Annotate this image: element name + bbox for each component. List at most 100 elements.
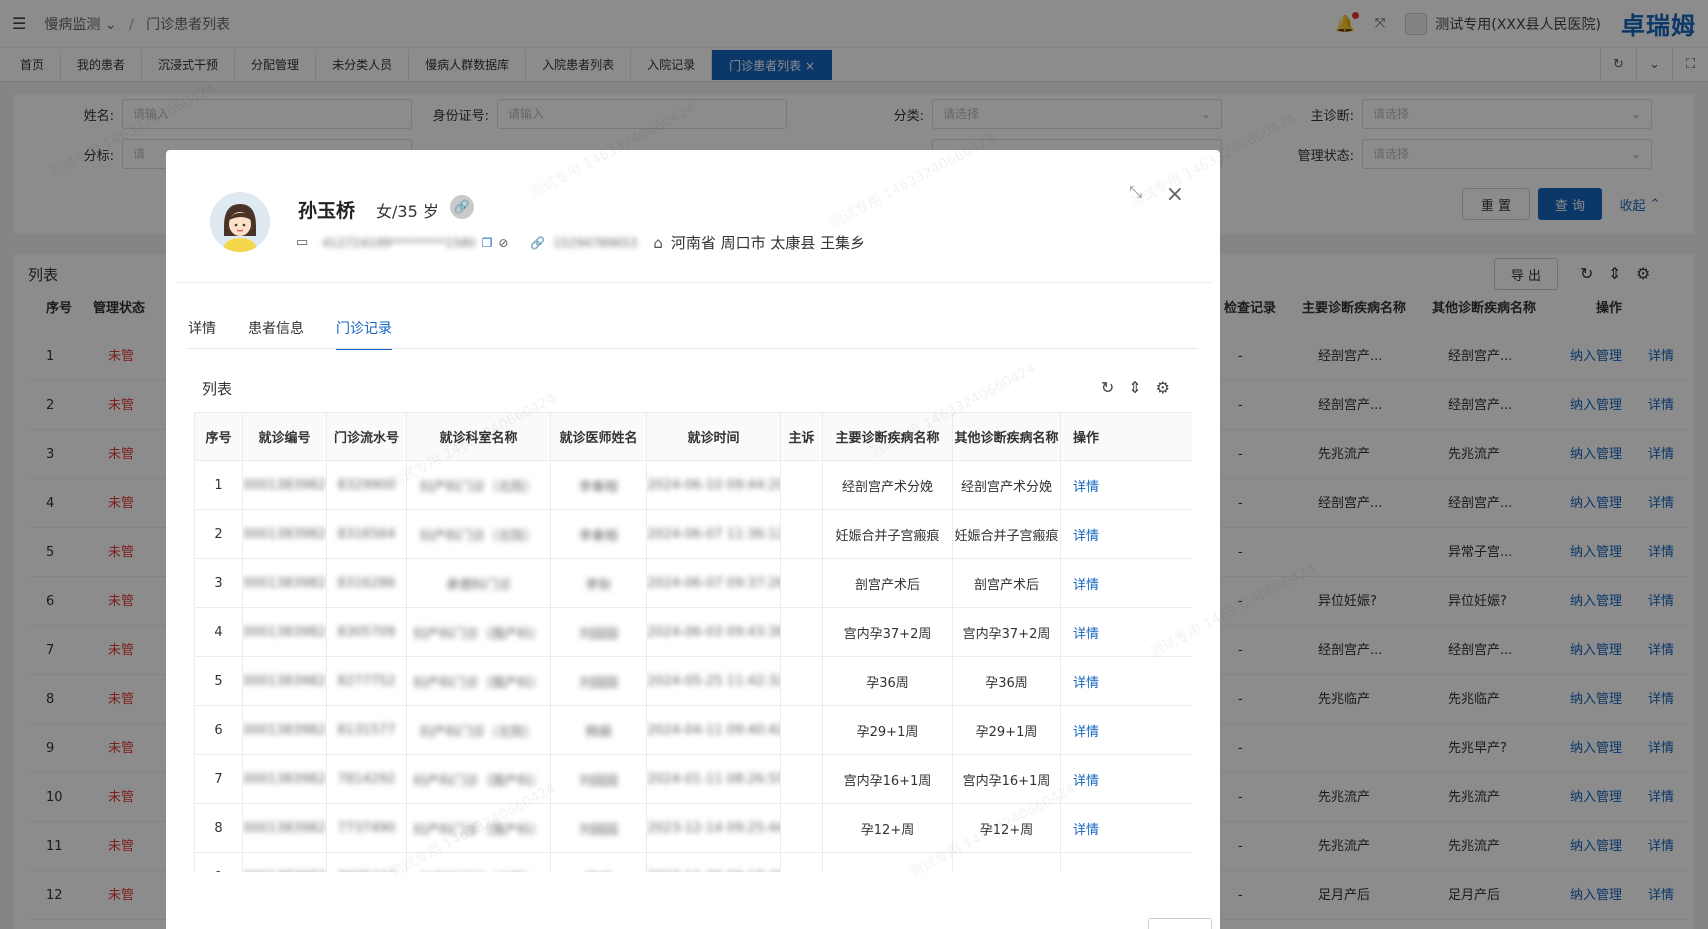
table-row[interactable]: 8 0001383982 7737490 妇产科门诊（围产科） 刘园园 2023-12-1… <box>194 803 1192 853</box>
cell-dept: 妇产科门诊（围产科） <box>406 656 551 706</box>
detail-link[interactable]: 详情 <box>1073 529 1099 544</box>
records-body: 1 0001383982 8329900 妇产科门诊（北院） 李秦榕 2024-06-10… <box>194 460 1192 873</box>
tab-detail[interactable]: 详情 <box>188 318 216 338</box>
detail-link[interactable]: 详情 <box>1073 774 1099 789</box>
cell-main-diag-text: 经剖宫产术分娩 <box>841 479 933 495</box>
cell-other-diag-text: 孕12+周 <box>979 822 1034 838</box>
cell-main-diag-text: 孕12+周 <box>860 822 915 838</box>
cell-ops: 详情 <box>1060 803 1192 853</box>
id-card-icon: ▭ <box>296 235 309 250</box>
cell-doctor: 韩娟 <box>550 852 647 872</box>
cell-main-diag: 早孕 <box>822 852 953 872</box>
outpatient-records-table: 序号 就诊编号 门诊流水号 就诊科室名称 就诊医师姓名 就诊时间 主诉 主要诊断… <box>194 412 1192 872</box>
cell-main-diag: 宫内孕16+1周 <box>822 754 953 804</box>
cell-time: 2024-01-11 08:26:55 <box>646 754 781 804</box>
cell-serial-no-text: 8277752 <box>337 673 396 689</box>
cell-time-text: 2023-11-30 09:18:40 <box>648 870 780 873</box>
cell-visit-no-text: 0001383982 <box>243 820 326 836</box>
table-row[interactable]: 1 0001383982 8329900 妇产科门诊（北院） 李秦榕 2024-06-10… <box>194 460 1192 510</box>
cell-other-diag-text: 宫内孕16+1周 <box>962 773 1051 789</box>
detail-link[interactable]: 详情 <box>1073 823 1099 838</box>
cell-ops: 详情 <box>1060 607 1192 657</box>
cell-doctor: 李秦榕 <box>550 460 647 510</box>
cell-other-diag: 早孕 <box>952 852 1061 873</box>
close-icon[interactable]: × <box>1166 182 1184 207</box>
detail-link[interactable]: 详情 <box>1073 872 1099 873</box>
cell-dept-text: 承德科门诊 <box>445 577 511 593</box>
cell-seq-text: 1 <box>214 477 223 493</box>
cell-ops: 详情 <box>1060 460 1192 510</box>
link-icon[interactable]: 🔗 <box>450 195 474 219</box>
cell-dept: 妇产科门诊（北院） <box>406 852 551 873</box>
table-row[interactable]: 9 0001383982 7695444 妇产科门诊（北院） 韩娟 2023-11-30 … <box>194 852 1192 873</box>
tab-outpatient-records[interactable]: 门诊记录 <box>336 318 392 350</box>
refresh-icon[interactable]: ↻ <box>1101 378 1114 397</box>
cell-visit-no-text: 0001383982 <box>243 526 326 542</box>
cell-serial-no: 7737490 <box>326 803 407 853</box>
cell-seq: 9 <box>194 852 243 873</box>
detail-link[interactable]: 详情 <box>1073 725 1099 740</box>
cell-other-diag-text: 孕36周 <box>985 675 1028 691</box>
detail-link[interactable]: 详情 <box>1073 480 1099 495</box>
eye-hide-icon[interactable]: ⊘ <box>498 236 508 250</box>
detail-link[interactable]: 详情 <box>1073 627 1099 642</box>
cell-seq-text: 5 <box>214 673 223 689</box>
cell-complaint <box>780 754 823 804</box>
cell-serial-no: 7814292 <box>326 754 407 804</box>
cell-other-diag-text: 早孕 <box>993 872 1019 873</box>
cell-seq: 4 <box>194 607 243 657</box>
cell-visit-no-text: 0001383982 <box>243 477 326 493</box>
cell-seq-text: 9 <box>214 870 222 873</box>
patient-gender-age: 女/35 岁 <box>376 202 439 221</box>
cell-seq-text: 3 <box>214 575 223 591</box>
cell-seq-text: 6 <box>214 722 223 738</box>
cell-time-text: 2024-06-07 09:37:26 <box>647 575 781 591</box>
cell-seq: 6 <box>194 705 243 755</box>
cell-serial-no: 8131577 <box>326 705 407 755</box>
cell-doctor: 刘园园 <box>550 607 647 657</box>
table-row[interactable]: 7 0001383982 7814292 妇产科门诊（围产科） 刘园园 2024-01-1… <box>194 754 1192 804</box>
expand-icon[interactable]: ⤡ <box>1129 182 1142 202</box>
records-table-wrapper[interactable]: 序号 就诊编号 门诊流水号 就诊科室名称 就诊医师姓名 就诊时间 主诉 主要诊断… <box>194 412 1192 872</box>
table-row[interactable]: 3 0001383982 8316286 承德科门诊 李秋 2024-06-07 09:3… <box>194 558 1192 608</box>
col-seq: 序号 <box>194 412 243 461</box>
cell-visit-no: 0001383982 <box>242 754 327 804</box>
cell-doctor: 韩娟 <box>550 705 647 755</box>
table-row[interactable]: 4 0001383982 8305709 妇产科门诊（围产科） 刘园园 2024-06-0… <box>194 607 1192 657</box>
cell-doctor-text: 刘园园 <box>578 626 618 642</box>
cell-complaint <box>780 852 823 872</box>
table-row[interactable]: 2 0001383982 8316564 妇产科门诊（北院） 李秦榕 2024-06-07… <box>194 509 1192 559</box>
cell-time-text: 2024-04-11 09:40:42 <box>647 722 781 738</box>
patient-address: 河南省 周口市 太康县 王集乡 <box>670 234 866 252</box>
cell-other-diag-text: 孕29+1周 <box>975 724 1038 740</box>
cell-dept-text: 妇产科门诊（北院） <box>419 479 537 495</box>
cell-other-diag-text: 妊娠合并子宫瘢痕 <box>954 528 1059 544</box>
detail-link[interactable]: 详情 <box>1073 578 1099 593</box>
table-row[interactable]: 5 0001383982 8277752 妇产科门诊（围产科） 刘园园 2024-05-2… <box>194 656 1192 706</box>
col-other-diag: 其他诊断疾病名称 <box>952 412 1061 461</box>
gear-icon[interactable]: ⚙ <box>1156 378 1170 397</box>
detail-link[interactable]: 详情 <box>1073 676 1099 691</box>
cell-serial-no-text: 7695444 <box>338 870 396 873</box>
cell-dept-text: 妇产科门诊（围产科） <box>413 626 544 642</box>
cell-dept-text: 妇产科门诊（围产科） <box>413 675 544 691</box>
modal-footer-button[interactable] <box>1148 918 1212 929</box>
avatar-illustration <box>210 192 270 252</box>
cell-visit-no-text: 0001383982 <box>243 575 326 591</box>
col-doctor: 就诊医师姓名 <box>550 412 647 461</box>
cell-dept-text: 妇产科门诊（北院） <box>420 872 537 873</box>
cell-time-text: 2024-05-25 11:42:32 <box>647 673 781 689</box>
table-row[interactable]: 6 0001383982 8131577 妇产科门诊（北院） 韩娟 2024-04-11 … <box>194 705 1192 755</box>
cell-ops: 详情 <box>1060 656 1192 706</box>
cell-dept: 妇产科门诊（围产科） <box>406 754 551 804</box>
copy-icon[interactable]: ❐ <box>482 236 493 250</box>
cell-time-text: 2024-06-10 09:44:20 <box>647 477 781 493</box>
cell-seq: 5 <box>194 656 243 706</box>
cell-serial-no-text: 8316564 <box>337 526 396 542</box>
cell-visit-no: 0001383982 <box>242 607 327 657</box>
tab-patient-info[interactable]: 患者信息 <box>248 318 304 338</box>
cell-serial-no-text: 8131577 <box>337 722 396 738</box>
modal-divider <box>174 282 1212 283</box>
patient-phone: 15294789653 <box>553 235 638 250</box>
column-height-icon[interactable]: ⇕ <box>1128 378 1141 397</box>
